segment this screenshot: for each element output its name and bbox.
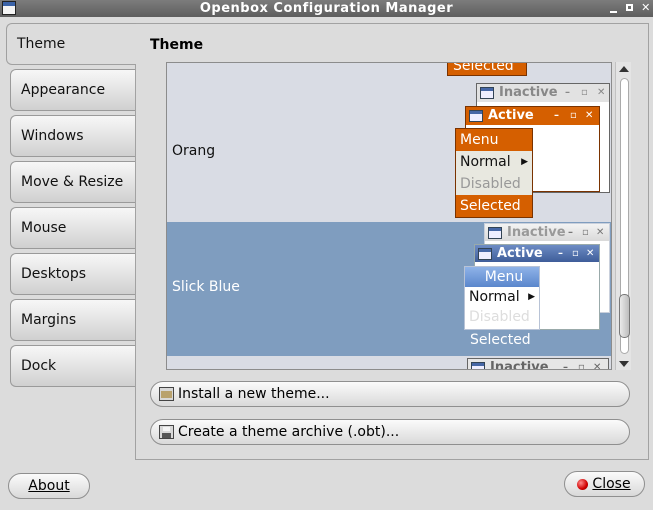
menu-item-disabled: Disabled <box>465 307 539 327</box>
tab-label: Appearance <box>21 82 106 98</box>
menu-title: Menu <box>465 267 539 287</box>
tab-desktops[interactable]: Desktops <box>10 253 135 295</box>
theme-list-scrollbar[interactable] <box>615 62 631 370</box>
inactive-titlebar: Inactive – ▫ ✕ <box>485 224 609 241</box>
create-archive-label: Create a theme archive (.obt)... <box>178 424 400 440</box>
close-icon: ✕ <box>586 248 595 259</box>
minimize-icon: – <box>554 110 559 121</box>
menu-title-label: Menu <box>484 269 524 285</box>
menu-preview: Menu Normal ▶ Disabled Selected <box>455 128 533 218</box>
menu-item-selected: Selected <box>470 332 531 348</box>
close-button[interactable]: Close <box>564 471 645 497</box>
close-icon[interactable]: ✕ <box>639 1 653 15</box>
menu-item-label: Selected <box>460 198 521 214</box>
tab-theme[interactable]: Theme <box>6 23 136 65</box>
menu-item-label: Disabled <box>469 309 530 325</box>
menu-item-selected: Selected <box>456 195 532 217</box>
menu-title: Menu <box>456 129 532 151</box>
close-icon: ✕ <box>596 227 605 238</box>
tab-mouse[interactable]: Mouse <box>10 207 135 249</box>
theme-row-orang[interactable]: Orang Selected Inactive – ▫ ✕ Active – ▫… <box>167 63 611 222</box>
menu-item-label: Selected <box>470 332 531 348</box>
window-title: Openbox Configuration Manager <box>199 1 454 16</box>
page-title: Theme <box>150 37 204 53</box>
scroll-down-icon[interactable] <box>619 361 629 367</box>
close-red-icon <box>577 479 588 490</box>
maximize-icon: ▫ <box>578 362 585 370</box>
tab-label: Move & Resize <box>21 174 124 190</box>
about-label: About <box>28 478 70 494</box>
minimize-icon: – <box>558 248 563 259</box>
tab-label: Desktops <box>21 266 87 282</box>
save-icon <box>159 425 174 439</box>
menu-item-disabled: Disabled <box>456 173 532 195</box>
minimize-icon: – <box>568 227 573 238</box>
maximize-icon: ▫ <box>570 110 577 121</box>
menu-item-normal: Normal ▶ <box>465 287 539 307</box>
tab-label: Mouse <box>21 220 67 236</box>
maximize-icon: ▫ <box>582 227 589 238</box>
menu-item-label: Disabled <box>460 176 521 192</box>
window-titlebar: Openbox Configuration Manager ✕ <box>0 0 653 17</box>
preview-label: Active <box>488 108 534 123</box>
tab-label: Dock <box>21 358 57 374</box>
scroll-thumb[interactable] <box>619 294 630 338</box>
window-icon <box>471 362 485 369</box>
install-theme-label: Install a new theme... <box>178 386 330 402</box>
menu-title-label: Menu <box>460 132 499 148</box>
preview-label: Active <box>497 246 543 261</box>
create-archive-button[interactable]: Create a theme archive (.obt)... <box>150 419 630 445</box>
inactive-window-preview: Inactive – ▫ ✕ <box>467 358 609 370</box>
minimize-icon: – <box>565 87 570 98</box>
tab-appearance[interactable]: Appearance <box>10 69 135 111</box>
menu-preview: Menu Normal ▶ Disabled <box>464 266 540 330</box>
close-icon: ✕ <box>585 110 594 121</box>
preview-label: Inactive <box>499 85 558 100</box>
theme-list[interactable]: Orang Selected Inactive – ▫ ✕ Active – ▫… <box>166 62 612 370</box>
window-icon <box>480 87 494 99</box>
tab-label: Margins <box>21 312 77 328</box>
tab-dock[interactable]: Dock <box>10 345 135 387</box>
scroll-up-icon[interactable] <box>619 66 629 72</box>
tab-move-resize[interactable]: Move & Resize <box>10 161 135 203</box>
window-icon <box>469 110 483 122</box>
theme-row-next[interactable]: Inactive – ▫ ✕ <box>167 356 611 370</box>
preview-label: Inactive <box>490 360 549 370</box>
tab-label: Windows <box>21 128 84 144</box>
close-icon: ✕ <box>593 362 602 370</box>
tab-margins[interactable]: Margins <box>10 299 135 341</box>
theme-row-slick-blue[interactable]: Slick Blue Inactive – ▫ ✕ Active – ▫ ✕ M… <box>167 222 611 356</box>
preview-label: Inactive <box>507 225 566 240</box>
menu-selected-preview: Selected <box>447 63 527 76</box>
install-theme-button[interactable]: Install a new theme... <box>150 381 630 407</box>
active-titlebar: Active – ▫ ✕ <box>466 107 599 125</box>
theme-name: Orang <box>172 143 216 159</box>
menu-item-label: Normal <box>469 289 520 305</box>
active-titlebar: Active – ▫ ✕ <box>475 245 599 262</box>
maximize-icon: ▫ <box>572 248 579 259</box>
submenu-arrow-icon: ▶ <box>528 292 535 302</box>
about-button[interactable]: About <box>8 473 90 499</box>
maximize-icon[interactable] <box>623 1 637 15</box>
close-icon: ✕ <box>597 87 606 98</box>
submenu-arrow-icon: ▶ <box>521 157 528 167</box>
window-icon <box>478 248 492 260</box>
app-icon <box>2 1 16 15</box>
preview-label: Selected <box>453 63 514 74</box>
window-icon <box>488 227 502 239</box>
menu-item-normal: Normal ▶ <box>456 151 532 173</box>
folder-open-icon <box>159 387 174 401</box>
tab-windows[interactable]: Windows <box>10 115 135 157</box>
theme-name: Slick Blue <box>172 279 240 295</box>
tab-label: Theme <box>17 36 66 52</box>
minimize-icon: – <box>563 362 568 370</box>
inactive-titlebar: Inactive – ▫ ✕ <box>477 84 609 102</box>
menu-item-label: Normal <box>460 154 511 170</box>
maximize-icon: ▫ <box>581 87 588 98</box>
inactive-titlebar: Inactive – ▫ ✕ <box>468 359 608 370</box>
close-label: Close <box>592 476 631 492</box>
minimize-icon[interactable] <box>607 1 621 15</box>
